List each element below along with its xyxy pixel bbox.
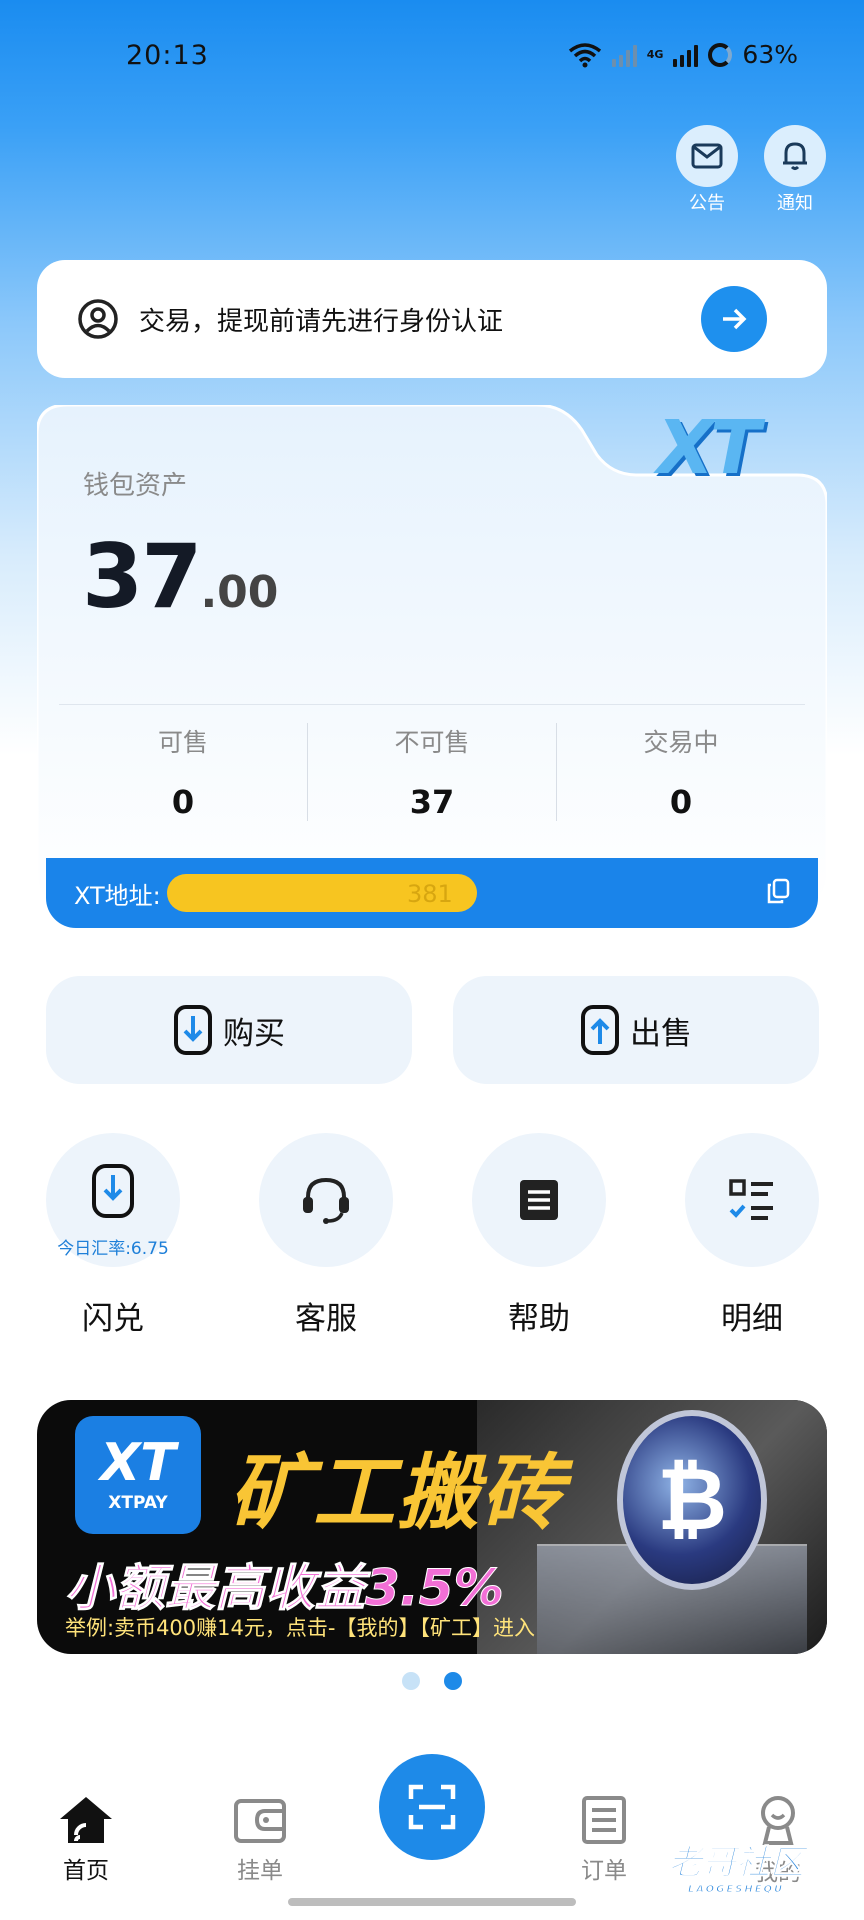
bitcoin-coin-image: ₿	[617, 1410, 767, 1590]
quick-details[interactable]: 明细	[685, 1133, 819, 1338]
signal-icon-sim1	[611, 43, 637, 67]
carousel-indicator	[402, 1672, 462, 1690]
battery-level: 63%	[742, 40, 798, 69]
watermark-text: 老哥社区	[668, 1843, 805, 1884]
stat-sellable: 可售 0	[59, 723, 307, 821]
network-type: 4G	[646, 48, 664, 61]
notification-button[interactable]: 通知	[762, 125, 828, 215]
tab-label: 挂单	[237, 1858, 283, 1884]
wallet-stats: 可售 0 不可售 37 交易中 0	[59, 723, 805, 821]
xtpay-logo-big: XT	[100, 1433, 176, 1493]
battery-ring-icon	[708, 42, 733, 67]
scan-icon	[408, 1784, 456, 1830]
tab-orders[interactable]: 订单	[554, 1795, 654, 1885]
sell-button[interactable]: 出售	[453, 976, 819, 1084]
headset-icon	[259, 1133, 393, 1267]
bell-icon	[764, 125, 826, 187]
verify-text: 交易，提现前请先进行身份认证	[139, 306, 504, 337]
buy-button[interactable]: 购买	[46, 976, 412, 1084]
announcement-label: 公告	[689, 193, 725, 214]
quick-support[interactable]: 客服	[259, 1133, 393, 1338]
status-bar: 20:13 4G 63%	[0, 0, 864, 110]
wifi-icon	[568, 42, 601, 67]
exchange-rate: 今日汇率:6.75	[57, 1239, 169, 1259]
watermark: 老哥社区 LAOGESHEQU	[668, 1835, 805, 1896]
user-circle-icon	[78, 299, 118, 339]
list-icon	[582, 1796, 626, 1844]
top-actions: 公告 通知	[674, 125, 828, 215]
scan-button[interactable]	[379, 1754, 485, 1860]
xtpay-logo-small: XTPAY	[108, 1493, 168, 1513]
stat-label: 交易中	[643, 728, 719, 757]
copy-icon[interactable]	[766, 878, 790, 908]
xtpay-logo: XT XTPAY	[75, 1416, 201, 1534]
home-indicator	[288, 1898, 576, 1906]
tab-label: 订单	[581, 1858, 627, 1884]
arrow-right-icon	[723, 308, 747, 330]
sell-label: 出售	[630, 1015, 692, 1052]
xt-logo: XT	[657, 405, 761, 491]
trade-buttons: 购买 出售	[46, 976, 819, 1084]
wallet-balance: 37.00	[82, 525, 278, 628]
stat-label: 不可售	[394, 728, 470, 757]
promo-banner[interactable]: ₿ XT XTPAY 矿工搬砖 小额最高收益3.5% 举例:卖币400赚14元，…	[37, 1400, 827, 1654]
stat-value: 0	[171, 783, 195, 821]
wallet-icon	[234, 1799, 286, 1843]
quick-exchange[interactable]: 今日汇率:6.75 闪兑	[46, 1133, 180, 1338]
stat-value: 0	[669, 783, 693, 821]
exchange-icon: 今日汇率:6.75	[46, 1133, 180, 1267]
quick-label: 客服	[295, 1301, 357, 1337]
xt-address-bar: XT地址: 381	[46, 858, 818, 928]
notification-label: 通知	[777, 193, 813, 214]
balance-decimal: .00	[200, 567, 279, 618]
tab-home[interactable]: 首页	[36, 1795, 136, 1885]
mail-icon	[676, 125, 738, 187]
signal-icon-sim2	[673, 43, 699, 67]
bottom-tab-bar: 首页 挂单 订单 我的 老哥社区 LAOGESHEQU	[0, 1740, 864, 1920]
wallet-divider	[59, 704, 805, 705]
carousel-dot-active[interactable]	[444, 1672, 462, 1690]
document-icon	[472, 1133, 606, 1267]
status-icons: 4G 63%	[568, 40, 798, 69]
banner-title: 矿工搬砖	[229, 1446, 565, 1541]
address-visible-suffix: 381	[406, 880, 453, 908]
quick-help[interactable]: 帮助	[472, 1133, 606, 1338]
checklist-icon	[685, 1133, 819, 1267]
quick-actions: 今日汇率:6.75 闪兑 客服 帮助 明细	[46, 1133, 819, 1338]
watermark-sub: LAOGESHEQU	[687, 1884, 785, 1896]
balance-integer: 37	[82, 525, 202, 628]
identity-verify-banner[interactable]: 交易，提现前请先进行身份认证	[37, 260, 827, 378]
stat-label: 可售	[157, 728, 208, 757]
quick-label: 帮助	[508, 1301, 570, 1337]
home-icon	[60, 1797, 112, 1843]
quick-label: 闪兑	[82, 1301, 144, 1337]
announcement-button[interactable]: 公告	[674, 125, 740, 215]
buy-label: 购买	[223, 1015, 285, 1052]
stat-unsellable: 不可售 37	[307, 723, 556, 821]
wallet-label: 钱包资产	[83, 471, 188, 501]
stat-trading: 交易中 0	[556, 723, 805, 821]
address-value-redacted: 381	[166, 874, 477, 912]
stat-value: 37	[409, 783, 455, 821]
verify-arrow-button[interactable]	[701, 286, 767, 352]
banner-subtitle: 小额最高收益3.5%	[65, 1559, 505, 1618]
quick-label: 明细	[721, 1301, 783, 1337]
status-time: 20:13	[126, 40, 209, 71]
tab-label: 首页	[63, 1858, 109, 1884]
upload-box-icon	[581, 1005, 619, 1055]
coin-symbol: ₿	[656, 1450, 728, 1550]
wallet-card: XT 钱包资产 37.00 可售 0 不可售 37 交易中 0 XT地址: 38…	[37, 405, 827, 930]
carousel-dot[interactable]	[402, 1672, 420, 1690]
tab-orders-post[interactable]: 挂单	[210, 1795, 310, 1885]
banner-note: 举例:卖币400赚14元，点击-【我的】【矿工】进入	[65, 1616, 535, 1640]
address-label: XT地址:	[74, 881, 161, 910]
download-box-icon	[174, 1005, 212, 1055]
